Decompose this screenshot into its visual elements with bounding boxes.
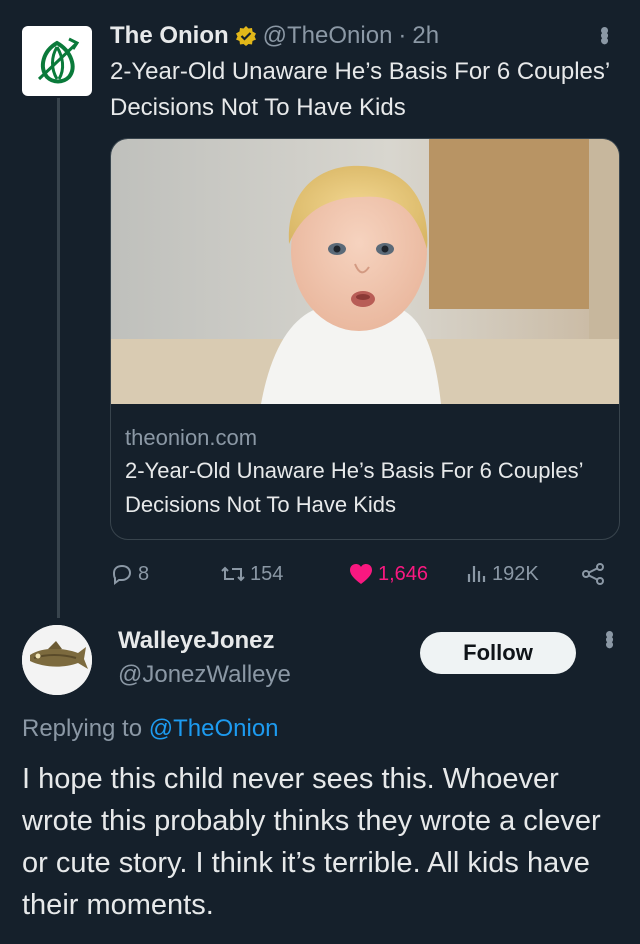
author-name[interactable]: The Onion	[110, 18, 229, 54]
tweet-text: 2-Year-Old Unaware He’s Basis For 6 Coup…	[110, 58, 610, 121]
replying-to-link[interactable]: @TheOnion	[149, 715, 279, 742]
tweet[interactable]: The Onion @TheOnion · 2h ••• 2-Year-Old …	[110, 18, 620, 126]
views-icon	[467, 566, 486, 582]
more-options-icon[interactable]: •••	[594, 630, 625, 645]
thread-line	[57, 98, 60, 618]
views-button[interactable]: 192K	[464, 562, 539, 586]
link-card[interactable]: theonion.com 2-Year-Old Unaware He’s Bas…	[110, 138, 620, 540]
card-title: 2-Year-Old Unaware He’s Basis For 6 Coup…	[125, 458, 583, 517]
reply-button[interactable]: 8	[110, 562, 149, 586]
onion-logo-icon	[37, 37, 80, 84]
like-button[interactable]: 1,646	[348, 562, 428, 586]
separator: ·	[398, 22, 407, 49]
retweet-button[interactable]: 154	[220, 562, 283, 586]
fish-avatar-icon	[22, 625, 92, 695]
card-domain: theonion.com	[125, 425, 258, 450]
heart-icon	[350, 564, 372, 584]
retweet-icon	[221, 566, 245, 582]
reply-avatar[interactable]	[22, 625, 92, 695]
like-count: 1,646	[378, 562, 429, 585]
more-options-icon[interactable]: •••	[589, 26, 620, 41]
verified-badge-icon	[235, 25, 257, 47]
reply-icon	[112, 564, 132, 585]
author-handle[interactable]: @TheOnion	[263, 18, 393, 54]
retweet-count: 154	[250, 562, 284, 585]
follow-button[interactable]: Follow	[420, 632, 576, 674]
tweet-header: The Onion @TheOnion · 2h	[110, 18, 620, 54]
views-count: 192K	[492, 562, 539, 585]
card-body: theonion.com 2-Year-Old Unaware He’s Bas…	[111, 404, 619, 522]
timestamp[interactable]: 2h	[412, 18, 439, 54]
share-button[interactable]	[580, 562, 606, 586]
reply-author-name[interactable]: WalleyeJonez	[118, 624, 291, 658]
avatar[interactable]	[22, 26, 92, 96]
tweet-actions: 8 154 1,646 192K	[110, 558, 610, 590]
reply-header: WalleyeJonez @JonezWalleye	[118, 624, 291, 692]
share-icon	[582, 563, 604, 585]
card-image	[111, 139, 619, 404]
replying-to: Replying to @TheOnion	[22, 712, 279, 746]
reply-text: I hope this child never sees this. Whoev…	[22, 763, 601, 921]
reply-author-handle[interactable]: @JonezWalleye	[118, 658, 291, 692]
replying-prefix: Replying to	[22, 715, 143, 742]
reply-count: 8	[138, 562, 150, 585]
